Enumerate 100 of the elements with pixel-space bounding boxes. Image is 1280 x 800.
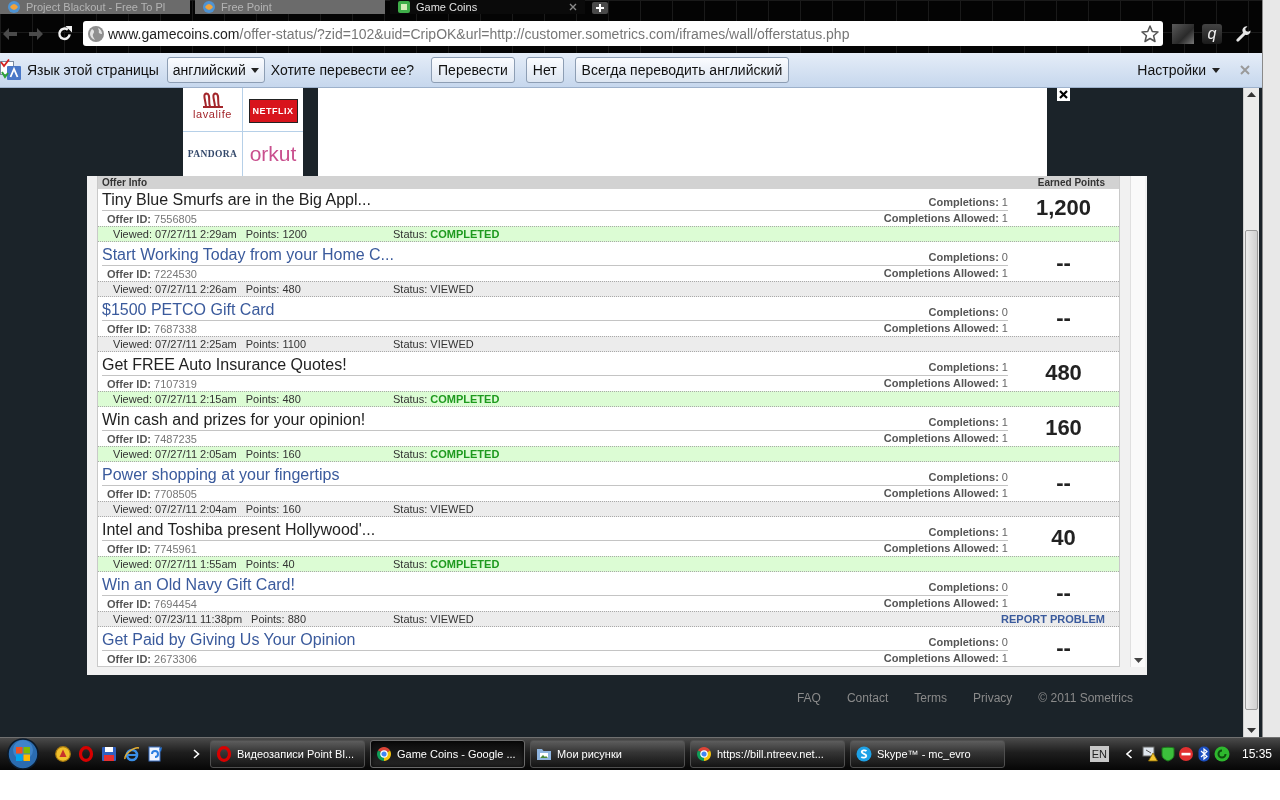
completions-count: Completions: 1 xyxy=(928,526,1008,539)
completions-allowed: Completions Allowed: 1 xyxy=(883,486,1008,500)
offer-title-link[interactable]: $1500 PETCO Gift Card xyxy=(102,300,275,320)
footer-link[interactable]: Privacy xyxy=(973,691,1013,705)
completions-allowed: Completions Allowed: 1 xyxy=(883,321,1008,335)
new-tab-button[interactable] xyxy=(592,2,608,14)
translate-prompt: Язык этой страницы xyxy=(27,62,159,78)
ring-icon[interactable] xyxy=(78,746,94,762)
offer-title-link[interactable]: Power shopping at your fingertips xyxy=(102,465,340,485)
up-arrow-icon[interactable] xyxy=(1247,92,1256,97)
options-menu-button[interactable]: Настройки xyxy=(1137,62,1220,78)
chevron-left-icon[interactable] xyxy=(1125,749,1133,759)
footer-link[interactable]: Terms xyxy=(914,691,947,705)
offer-title: Tiny Blue Smurfs are in the Big Appl... xyxy=(102,190,371,210)
orbit-icon[interactable] xyxy=(124,746,140,762)
translate-button[interactable]: Перевести xyxy=(431,57,515,83)
footer-link[interactable]: Contact xyxy=(846,691,889,705)
eye-icon xyxy=(203,1,215,13)
scrollbar[interactable] xyxy=(1130,176,1145,667)
down-arrow-icon[interactable] xyxy=(1247,728,1256,733)
translate-question: Хотите перевести ее? xyxy=(270,62,415,78)
offer-title: Get FREE Auto Insurance Quotes! xyxy=(102,355,347,375)
star-icon[interactable] xyxy=(1141,24,1159,43)
offer-id: Offer ID: 7107319 xyxy=(107,377,197,390)
taskbar-button[interactable]: https://bill.ntreev.net... xyxy=(690,740,845,768)
offer-points: Points: 40 xyxy=(245,558,295,570)
logo-wordmark: lavalife xyxy=(192,108,232,120)
wheel-icon xyxy=(376,746,392,762)
reload-icon[interactable] xyxy=(57,26,72,41)
refresh-circle-icon[interactable] xyxy=(1213,746,1230,762)
viewed-date: Viewed: 07/27/11 2:04am xyxy=(113,503,237,515)
earned-points: 1,200 xyxy=(1035,194,1092,221)
offer-title: Intel and Toshiba present Hollywood'... xyxy=(102,520,376,540)
wrench-icon[interactable] xyxy=(1235,25,1251,42)
folder-icon xyxy=(536,746,552,762)
offer-title-link[interactable]: Get Paid by Giving Us Your Opinion xyxy=(102,630,356,650)
shield-icon[interactable] xyxy=(1159,746,1176,762)
wheel-icon xyxy=(696,746,712,762)
offer-id: Offer ID: 7745961 xyxy=(107,542,197,555)
extension-button[interactable]: q xyxy=(1202,23,1222,44)
taskbar-button[interactable]: Game Coins - Google ... xyxy=(370,740,525,768)
offer-points: Points: 480 xyxy=(245,393,301,405)
document-icon[interactable] xyxy=(147,746,163,762)
network-warning-icon[interactable] xyxy=(1141,746,1158,762)
offer-title-link[interactable]: Start Working Today from your Home C... xyxy=(102,245,394,265)
footer-link[interactable]: FAQ xyxy=(796,691,821,705)
completions-allowed: Completions Allowed: 1 xyxy=(883,651,1008,665)
completions-count: Completions: 0 xyxy=(928,636,1008,649)
offer-id: Offer ID: 7708505 xyxy=(107,487,197,500)
chevron-right-icon[interactable] xyxy=(193,749,200,759)
minus-circle-icon[interactable] xyxy=(1177,746,1194,762)
photo-placeholder[interactable] xyxy=(1172,23,1194,44)
translate-button[interactable]: Всегда переводить английский xyxy=(574,57,790,83)
scrollbar-thumb[interactable] xyxy=(1245,230,1258,710)
down-arrow-icon[interactable] xyxy=(1133,658,1143,663)
column-header: Offer Info xyxy=(102,177,147,188)
viewed-date: Viewed: 07/27/11 2:29am xyxy=(113,228,237,240)
copyright-text: © 2011 Sometrics xyxy=(1038,691,1133,705)
status-text: Status: COMPLETED xyxy=(393,448,501,460)
completions-count: Completions: 0 xyxy=(928,471,1008,484)
status-text: Status: VIEWED xyxy=(393,503,475,515)
report-problem-link[interactable]: REPORT PROBLEM xyxy=(1001,613,1105,625)
completions-count: Completions: 1 xyxy=(928,416,1008,429)
eye-icon xyxy=(8,1,20,13)
completions-allowed: Completions Allowed: 1 xyxy=(883,541,1008,555)
bluetooth-icon[interactable] xyxy=(1195,746,1212,762)
earned-points: -- xyxy=(1056,304,1071,331)
logo-wordmark: NETFLIX xyxy=(248,99,298,123)
language-dropdown[interactable]: английский xyxy=(166,57,265,83)
offer-id: Offer ID: 7487235 xyxy=(107,432,197,445)
earned-points: -- xyxy=(1056,469,1071,496)
offer-points: Points: 160 xyxy=(245,448,301,460)
status-text: Status: COMPLETED xyxy=(393,228,501,240)
scrollbar[interactable] xyxy=(1243,88,1259,737)
taskbar-button[interactable]: Мои рисунки xyxy=(530,740,685,768)
close-icon[interactable] xyxy=(569,3,577,11)
address-field[interactable]: www.gamecoins.com/offer-status/?zid=102&uid=CripOK&url=http://customer.sometrics.com/iframes/wall/offerstatus.php xyxy=(83,21,1163,46)
caret-icon xyxy=(1212,67,1220,73)
completions-count: Completions: 1 xyxy=(928,196,1008,209)
taskbar-button[interactable]: Видеозаписи Point Bl... xyxy=(210,740,365,768)
offer-points: Points: 1100 xyxy=(245,338,307,350)
translate-icon xyxy=(0,59,22,81)
offer-points: Points: 880 xyxy=(251,613,307,625)
offer-points: Points: 160 xyxy=(245,503,301,515)
status-text: Status: COMPLETED xyxy=(393,393,501,405)
earned-points: 160 xyxy=(1045,414,1082,441)
language-indicator[interactable]: EN xyxy=(1089,746,1109,762)
viewed-date: Viewed: 07/27/11 2:15am xyxy=(113,393,237,405)
globe-icon xyxy=(88,25,104,42)
clock: 15:35 xyxy=(1241,747,1272,761)
offer-title-link[interactable]: Win an Old Navy Gift Card! xyxy=(102,575,295,595)
logo-wordmark: orkut xyxy=(249,142,297,166)
browser-tab[interactable]: Game Coins xyxy=(390,0,585,14)
earned-points: 480 xyxy=(1045,359,1082,386)
viewed-date: Viewed: 07/27/11 2:25am xyxy=(113,338,237,350)
logo-wordmark: PANDORA xyxy=(187,149,238,159)
offer-id: Offer ID: 7224530 xyxy=(107,267,197,280)
close-icon[interactable] xyxy=(1057,88,1070,101)
translate-button[interactable]: Нет xyxy=(525,57,564,83)
taskbar-button[interactable]: Skype™ - mc_evro xyxy=(850,740,1005,768)
